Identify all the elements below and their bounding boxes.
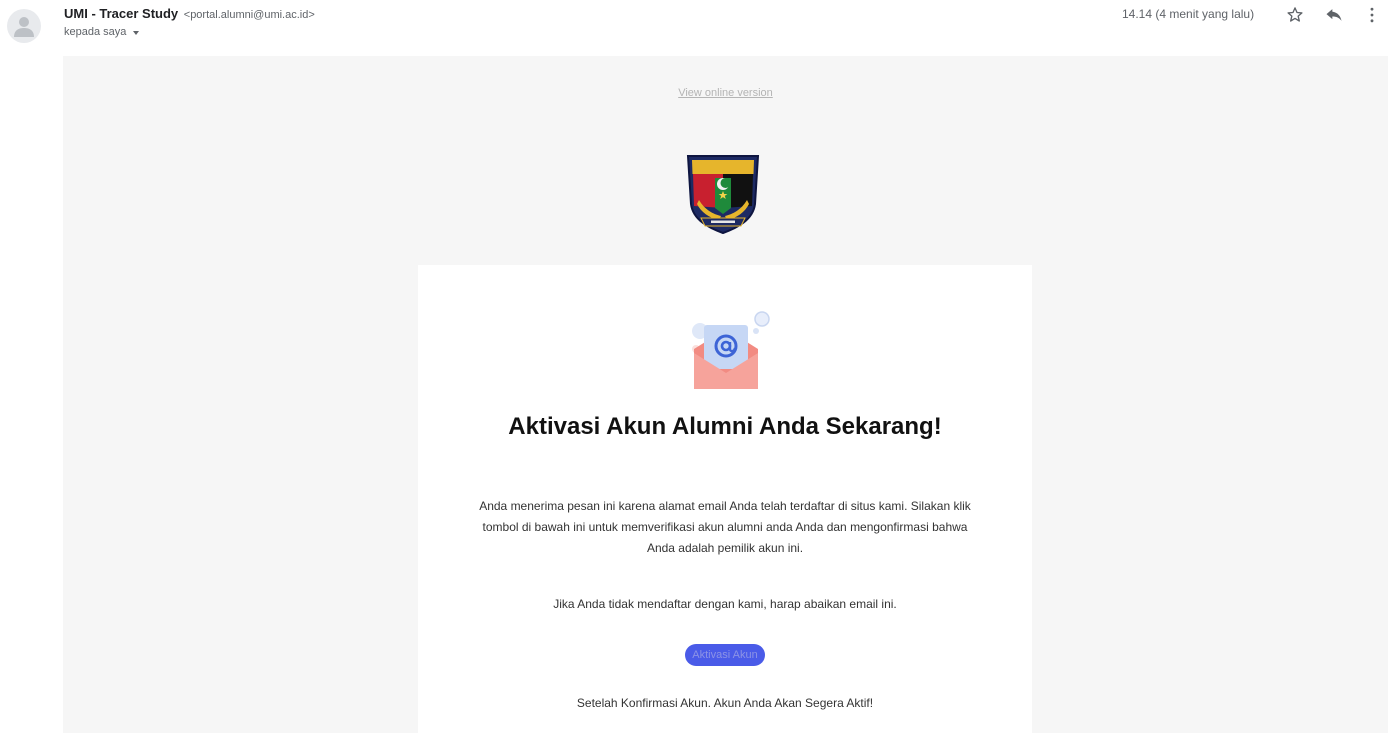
- umi-crest-logo: [685, 148, 761, 235]
- sender-name[interactable]: UMI - Tracer Study: [64, 6, 178, 21]
- body-text: Anda menerima pesan ini karena alamat em…: [479, 499, 971, 555]
- reply-icon[interactable]: [1324, 5, 1344, 25]
- email-body: View online version Aktivasi Akun Alumni…: [63, 56, 1388, 733]
- person-icon: [14, 17, 34, 37]
- chevron-down-icon: [133, 30, 140, 35]
- message-timestamp: 14.14 (4 menit yang lalu): [1122, 7, 1255, 21]
- activate-account-button[interactable]: Aktivasi Akun: [685, 644, 765, 666]
- after-confirmation-note: Setelah Konfirmasi Akun. Akun Anda Akan …: [576, 696, 874, 710]
- message-header: UMI - Tracer Study <portal.alumni@umi.ac…: [0, 0, 1388, 56]
- recipient-label: kepada saya: [64, 26, 127, 38]
- headline: Aktivasi Akun Alumni Anda Sekarang!: [508, 413, 942, 440]
- sender-avatar[interactable]: [7, 9, 41, 43]
- more-vert-icon[interactable]: [1362, 5, 1382, 25]
- view-online-link[interactable]: View online version: [63, 87, 1388, 99]
- ignore-note: Jika Anda tidak mendaftar dengan kami, h…: [553, 597, 897, 611]
- activation-card: Aktivasi Akun Alumni Anda Sekarang! Anda…: [418, 265, 1032, 733]
- sender-email: <portal.alumni@umi.ac.id>: [183, 9, 315, 21]
- envelope-at-icon: [674, 309, 778, 393]
- sender-line: UMI - Tracer Study <portal.alumni@umi.ac…: [64, 6, 315, 21]
- star-icon[interactable]: [1285, 5, 1305, 25]
- recipient-details-toggle[interactable]: kepada saya: [64, 26, 140, 38]
